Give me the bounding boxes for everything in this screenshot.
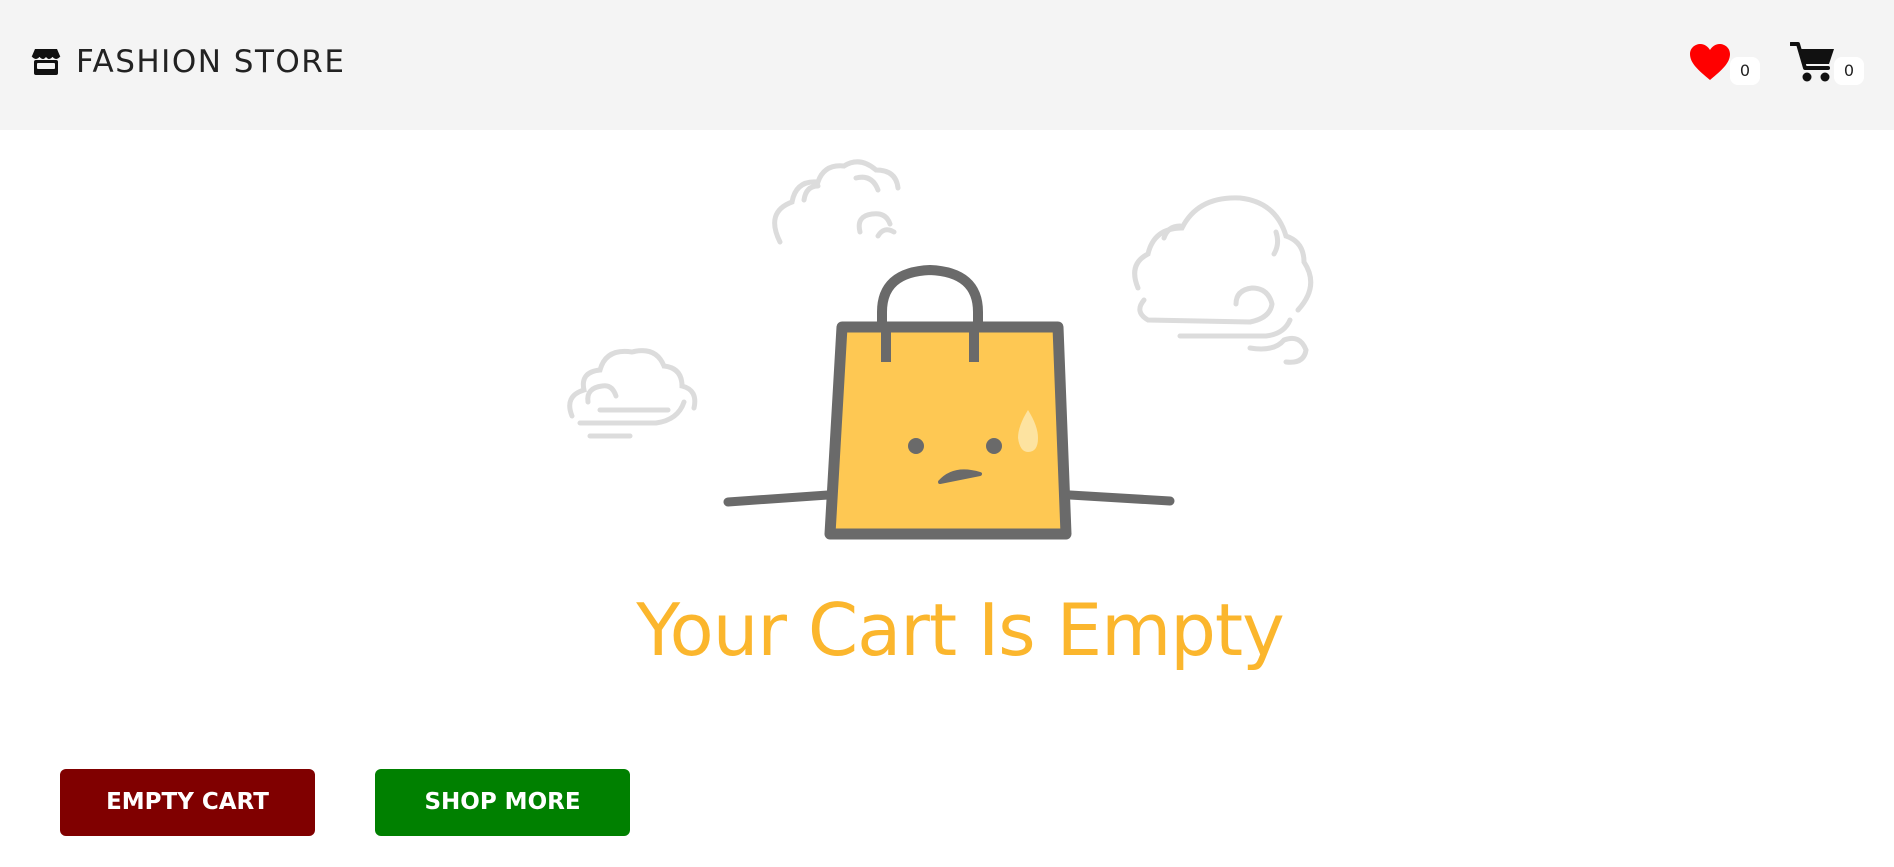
cart-count-badge: 0 [1834,57,1864,85]
brand-name: FASHION STORE [76,44,346,80]
wishlist-button[interactable]: 0 [1688,42,1760,85]
brand-link[interactable]: FASHION STORE [30,44,345,80]
wishlist-count-badge: 0 [1730,57,1760,85]
cart-button[interactable]: 0 [1790,40,1864,85]
shop-more-button[interactable]: SHOP MORE [375,769,630,836]
empty-cart-button[interactable]: EMPTY CART [60,769,315,836]
empty-cart-message: Your Cart Is Empty [636,588,1285,672]
heart-icon [1688,42,1732,82]
navbar: FASHION STORE 0 0 [0,0,1894,130]
cart-icon [1790,40,1836,84]
store-icon [30,47,62,77]
